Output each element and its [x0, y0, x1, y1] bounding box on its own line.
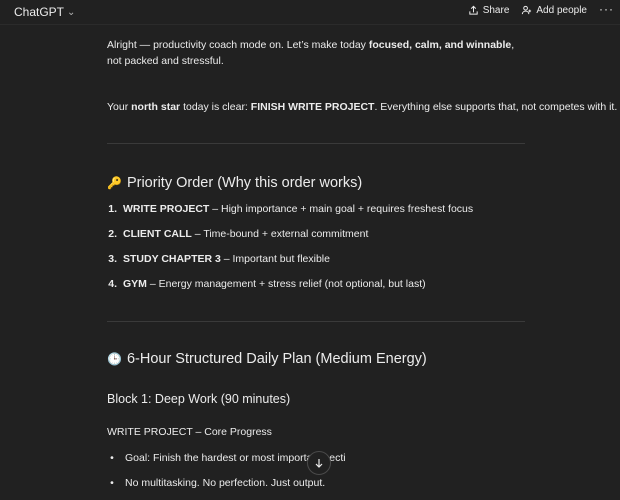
intro-paragraph: Alright — productivity coach mode on. Le…	[107, 37, 527, 70]
task-name: STUDY CHAPTER 3	[123, 253, 221, 265]
list-item: 4. GYM – Energy management + stress relie…	[107, 276, 527, 301]
north-text-mid: today is clear:	[180, 101, 251, 113]
intro-bold: focused, calm, and winnable	[368, 39, 512, 51]
task-reason: – Energy management + stress relief (not…	[146, 278, 426, 290]
add-people-label: Add people	[536, 5, 587, 16]
priority-heading: 🔑 Priority Order (Why this order works)	[107, 172, 362, 194]
north-bold: north star	[131, 101, 181, 113]
list-number: 3.	[108, 253, 117, 265]
app-title: ChatGPT	[14, 5, 65, 19]
north-star-paragraph: Your north star today is clear: FINISH W…	[107, 99, 617, 115]
task-reason: – Important but flexible	[220, 253, 330, 265]
plan-heading-text: 6-Hour Structured Daily Plan (Medium Ene…	[126, 351, 427, 367]
header-actions: Share Add people ···	[468, 2, 614, 16]
divider	[107, 143, 525, 144]
priority-list: 1. WRITE PROJECT – High importance + main…	[107, 201, 527, 301]
plan-heading: 🕒 6-Hour Structured Daily Plan (Medium E…	[107, 348, 427, 370]
top-bar: ChatGPT ⌄ Share Add people ···	[0, 0, 620, 25]
task-reason: – High importance + main goal + requires…	[209, 203, 474, 215]
bullet-icon: •	[110, 452, 114, 464]
scroll-to-bottom-button[interactable]	[307, 451, 331, 475]
north-text-end: . Everything else supports that, not com…	[374, 101, 618, 113]
list-item: 3. STUDY CHAPTER 3 – Important but flexib…	[107, 251, 527, 276]
list-item: 1. WRITE PROJECT – High importance + main…	[107, 201, 527, 226]
task-name: GYM	[123, 278, 147, 290]
bullet-icon: •	[110, 477, 114, 489]
north-text: Your	[107, 101, 132, 113]
list-number: 2.	[108, 228, 117, 240]
add-person-icon	[522, 5, 532, 15]
task-reason: – Time-bound + external commitment	[191, 228, 369, 240]
key-icon: 🔑	[107, 175, 122, 190]
share-label: Share	[482, 5, 510, 16]
list-item: 2. CLIENT CALL – Time-bound + external co…	[107, 226, 527, 251]
task-name: CLIENT CALL	[123, 228, 192, 240]
share-button[interactable]: Share	[468, 5, 510, 16]
priority-heading-text: Priority Order (Why this order works)	[126, 175, 363, 191]
list-item: • No multitasking. No perfection. Just ou…	[107, 475, 527, 500]
north-goal: FINISH WRITE PROJECT	[250, 101, 375, 113]
arrow-down-icon	[315, 459, 323, 468]
share-icon	[469, 5, 478, 15]
task-name: WRITE PROJECT	[123, 203, 210, 215]
intro-text: Alright — productivity coach mode on. Le…	[107, 39, 369, 51]
bullet-text: No multitasking. No perfection. Just out…	[125, 477, 326, 489]
divider	[107, 321, 525, 322]
block1-subheading: WRITE PROJECT – Core Progress	[107, 426, 272, 438]
list-number: 4.	[108, 278, 117, 290]
add-people-button[interactable]: Add people	[521, 5, 587, 16]
block1-heading: Block 1: Deep Work (90 minutes)	[107, 392, 291, 406]
more-options-button[interactable]: ···	[599, 2, 614, 16]
list-number: 1.	[108, 203, 117, 215]
clock-icon: 🕒	[107, 351, 122, 366]
model-selector[interactable]: ChatGPT ⌄	[14, 5, 75, 19]
chevron-down-icon: ⌄	[67, 6, 76, 18]
